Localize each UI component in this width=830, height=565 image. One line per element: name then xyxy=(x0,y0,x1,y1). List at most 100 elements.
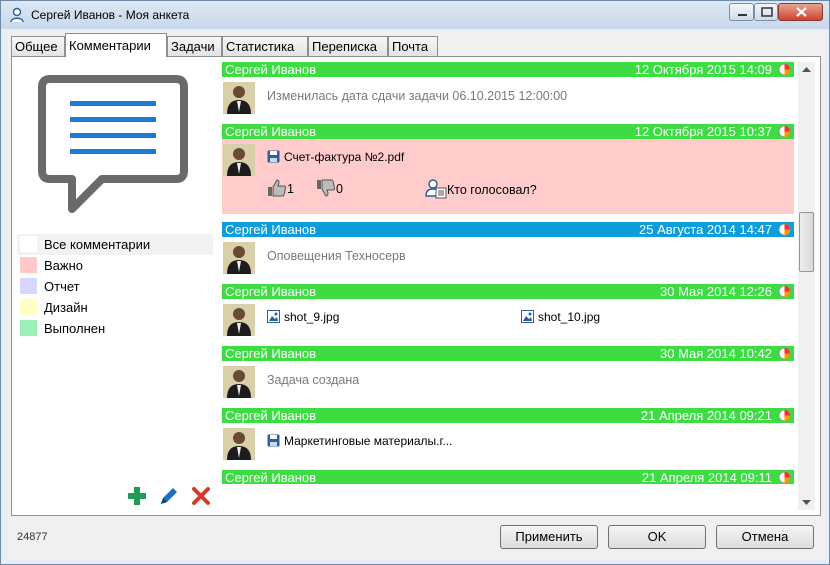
attachment-link[interactable]: shot_9.jpg xyxy=(267,310,339,324)
floppy-icon xyxy=(267,150,280,163)
status-pie-icon[interactable] xyxy=(778,471,791,484)
comment-header: Сергей Иванов 12 Октября 2015 14:09 xyxy=(222,62,794,77)
comment-item: Сергей Иванов 21 Апреля 2014 09:11 xyxy=(222,470,794,484)
scrollbar-thumb[interactable] xyxy=(799,212,814,272)
tab-correspondence[interactable]: Переписка xyxy=(308,36,388,56)
filter-label: Дизайн xyxy=(44,300,88,315)
close-icon xyxy=(796,7,807,17)
tab-general[interactable]: Общее xyxy=(11,36,65,56)
comments-panel: Все комментарии Важно Отчет Дизайн Выпол… xyxy=(11,56,821,516)
comment-header: Сергей Иванов 21 Апреля 2014 09:11 xyxy=(222,470,794,484)
comment-header: Сергей Иванов 21 Апреля 2014 09:21 xyxy=(222,408,794,423)
attachment-name: Счет-фактура №2.pdf xyxy=(284,150,405,164)
comment-author: Сергей Иванов xyxy=(225,408,317,423)
color-swatch xyxy=(20,257,37,273)
comment-text: Изменилась дата сдачи задачи 06.10.2015 … xyxy=(267,89,568,103)
avatar xyxy=(223,304,255,336)
tab-tasks[interactable]: Задачи xyxy=(167,36,222,56)
status-pie-icon[interactable] xyxy=(778,285,791,298)
color-swatch xyxy=(20,320,37,336)
filter-item-important[interactable]: Важно xyxy=(17,255,213,276)
comment-item: Сергей Иванов 12 Октября 2015 14:09 Изме… xyxy=(222,62,794,124)
avatar xyxy=(223,82,255,114)
floppy-icon xyxy=(267,434,280,447)
filter-label: Важно xyxy=(44,258,84,273)
voters-icon xyxy=(425,179,447,199)
cancel-button[interactable]: Отмена xyxy=(716,525,814,549)
record-id: 24877 xyxy=(17,531,48,543)
comment-author: Сергей Иванов xyxy=(225,62,317,77)
add-icon[interactable] xyxy=(126,485,148,507)
vertical-scrollbar[interactable] xyxy=(798,62,815,510)
scroll-down-icon[interactable] xyxy=(798,494,815,510)
client-area: Общее Комментарии Задачи Статистика Пере… xyxy=(7,31,825,559)
image-icon xyxy=(521,310,534,323)
person-photo xyxy=(223,82,255,114)
comment-body: shot_9.jpg shot_10.jpg xyxy=(222,299,794,343)
comment-date: 21 Апреля 2014 09:21 xyxy=(640,408,772,423)
maximize-button[interactable] xyxy=(754,3,778,21)
attachment-name: shot_10.jpg xyxy=(538,310,601,324)
comment-item: Сергей Иванов 30 Мая 2014 10:42 Задача с… xyxy=(222,346,794,408)
attachment-name: shot_9.jpg xyxy=(284,310,340,324)
comment-body: Изменилась дата сдачи задачи 06.10.2015 … xyxy=(222,77,794,121)
comment-body: Задача создана xyxy=(222,361,794,405)
delete-icon[interactable] xyxy=(190,485,212,507)
filter-label: Все комментарии xyxy=(44,237,151,252)
avatar xyxy=(223,242,255,274)
maximize-icon xyxy=(761,7,773,17)
attachment-name: Маркетинговые материалы.г... xyxy=(284,434,453,448)
edit-pencil-icon[interactable] xyxy=(158,485,180,507)
attachment-link[interactable]: Счет-фактура №2.pdf xyxy=(267,150,404,164)
tab-mail[interactable]: Почта xyxy=(388,36,438,56)
person-photo xyxy=(223,428,255,460)
scroll-up-icon[interactable] xyxy=(798,62,815,78)
color-swatch xyxy=(20,299,37,315)
comment-author: Сергей Иванов xyxy=(225,346,317,361)
comment-body: Оповещения Техносерв xyxy=(222,237,794,281)
comment-item: Сергей Иванов 12 Октября 2015 10:37 Счет… xyxy=(222,124,794,222)
status-pie-icon[interactable] xyxy=(778,409,791,422)
ok-button[interactable]: OK xyxy=(608,525,706,549)
tab-statistics[interactable]: Статистика xyxy=(222,36,308,56)
who-voted-link[interactable]: Кто голосовал? xyxy=(425,179,537,199)
comment-date: 25 Августа 2014 14:47 xyxy=(639,222,772,237)
close-button[interactable] xyxy=(778,3,823,21)
like-button[interactable]: 1 xyxy=(267,179,294,197)
comment-header: Сергей Иванов 30 Мая 2014 12:26 xyxy=(222,284,794,299)
title-bar[interactable]: Сергей Иванов - Моя анкета xyxy=(1,1,829,29)
filter-item-report[interactable]: Отчет xyxy=(17,276,213,297)
comments-feed: Сергей Иванов 12 Октября 2015 14:09 Изме… xyxy=(222,62,794,484)
comment-body: Маркетинговые материалы.г... xyxy=(222,423,794,467)
status-pie-icon[interactable] xyxy=(778,125,791,138)
dislike-button[interactable]: 0 xyxy=(316,179,343,197)
person-photo xyxy=(223,304,255,336)
comment-date: 30 Мая 2014 10:42 xyxy=(660,346,772,361)
attachment-link[interactable]: Маркетинговые материалы.г... xyxy=(267,434,452,448)
filter-list: Все комментарии Важно Отчет Дизайн Выпол… xyxy=(17,234,213,339)
status-pie-icon[interactable] xyxy=(778,63,791,76)
comment-text: Задача создана xyxy=(267,373,360,387)
filter-item-done[interactable]: Выполнен xyxy=(17,318,213,339)
status-pie-icon[interactable] xyxy=(778,223,791,236)
color-swatch xyxy=(20,236,37,252)
status-pie-icon[interactable] xyxy=(778,347,791,360)
comment-date: 12 Октября 2015 14:09 xyxy=(634,62,772,77)
comment-header: Сергей Иванов 25 Августа 2014 14:47 xyxy=(222,222,794,237)
filter-item-all[interactable]: Все комментарии xyxy=(17,234,213,255)
comment-item: Сергей Иванов 30 Мая 2014 12:26 shot_9.j… xyxy=(222,284,794,346)
comment-item: Сергей Иванов 21 Апреля 2014 09:21 Марке… xyxy=(222,408,794,470)
filter-item-design[interactable]: Дизайн xyxy=(17,297,213,318)
filter-label: Выполнен xyxy=(44,321,106,336)
window-title: Сергей Иванов - Моя анкета xyxy=(31,8,190,22)
user-icon xyxy=(10,7,24,23)
comment-date: 21 Апреля 2014 09:11 xyxy=(641,470,772,484)
minimize-button[interactable] xyxy=(729,3,754,21)
tab-comments[interactable]: Комментарии xyxy=(65,33,167,57)
thumbs-down-icon xyxy=(317,179,336,197)
apply-button[interactable]: Применить xyxy=(500,525,598,549)
like-count: 1 xyxy=(287,182,294,196)
comment-body: Счет-фактура №2.pdf 1 0 Кто голосовал? xyxy=(222,139,794,214)
image-icon xyxy=(267,310,280,323)
attachment-link[interactable]: shot_10.jpg xyxy=(521,310,600,324)
